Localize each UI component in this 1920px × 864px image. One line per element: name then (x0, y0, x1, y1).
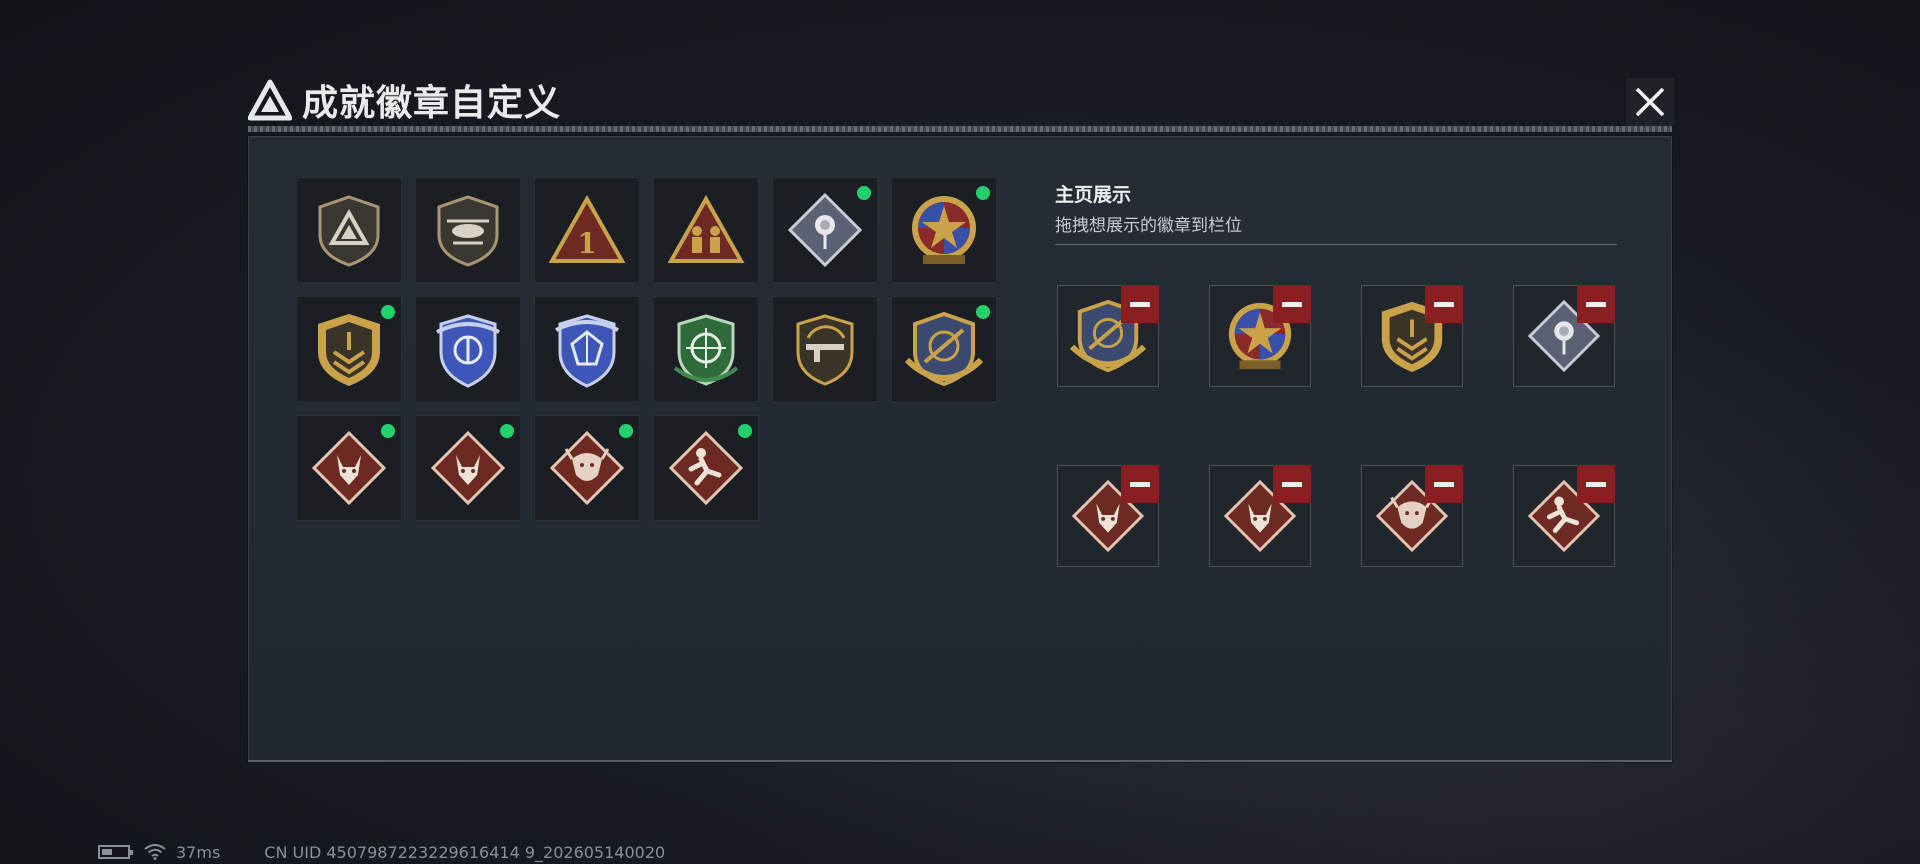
wifi-icon (144, 844, 166, 860)
remove-badge-button[interactable] (1273, 465, 1311, 503)
showcase-slot[interactable] (1361, 285, 1463, 387)
minus-icon (1282, 301, 1302, 307)
badge-cell[interactable] (772, 177, 878, 283)
minus-icon (1586, 301, 1606, 307)
equipped-indicator (378, 302, 398, 322)
minus-icon (1586, 481, 1606, 487)
remove-badge-button[interactable] (1577, 465, 1615, 503)
showcase-title: 主页展示 (1055, 184, 1132, 206)
badge-cell[interactable] (534, 415, 640, 521)
close-button[interactable] (1626, 78, 1674, 126)
minus-icon (1130, 481, 1150, 487)
ping-readout: 37ms (176, 842, 221, 862)
gold-chevron-shield-badge-icon (318, 314, 380, 386)
equipped-indicator (973, 183, 993, 203)
equipped-indicator (735, 421, 755, 441)
equipped-indicator (854, 183, 874, 203)
remove-badge-button[interactable] (1121, 285, 1159, 323)
showcase-slot[interactable] (1209, 465, 1311, 567)
badge-cell[interactable] (653, 296, 759, 402)
remove-badge-button[interactable] (1273, 285, 1311, 323)
badge-cell[interactable] (653, 415, 759, 521)
page-title: 成就徽章自定义 (302, 83, 562, 124)
showcase-subtitle: 拖拽想展示的徽章到栏位 (1055, 216, 1242, 236)
status-bar: 37ms CN UID 4507987223229616414 9_202605… (98, 842, 666, 862)
badge-cell[interactable] (296, 415, 402, 521)
remove-badge-button[interactable] (1577, 285, 1615, 323)
squad-triangle-badge-icon (667, 194, 745, 263)
equipped-indicator (378, 421, 398, 441)
badge-grid: 1 (296, 177, 997, 521)
blue-gem-shield-badge-icon (555, 314, 619, 388)
showcase-slot[interactable] (1057, 465, 1159, 567)
badge-cell[interactable] (653, 177, 759, 283)
minus-icon (1434, 481, 1454, 487)
badge-cell[interactable]: 1 (534, 177, 640, 283)
showcase-slots (1057, 285, 1615, 567)
number-one-triangle-badge-icon: 1 (548, 194, 626, 263)
green-crosshair-badge-icon (673, 314, 739, 386)
badge-cell[interactable] (415, 296, 521, 402)
remove-badge-button[interactable] (1425, 285, 1463, 323)
delta-logo-icon (248, 79, 292, 121)
equipped-indicator (616, 421, 636, 441)
panel-bottom-edge (248, 760, 1672, 762)
showcase-slot[interactable] (1057, 285, 1159, 387)
badge-cell[interactable] (891, 296, 997, 402)
wolf-diamond-badge-icon (311, 430, 387, 506)
delta-shield-badge-icon (318, 195, 380, 267)
badge-cell[interactable] (891, 177, 997, 283)
showcase-slot[interactable] (1513, 285, 1615, 387)
remove-badge-button[interactable] (1121, 465, 1159, 503)
svg-text:1: 1 (577, 227, 596, 260)
rifle-shield-badge-icon (796, 314, 854, 386)
blue-winged-shield-badge-icon (436, 314, 500, 388)
showcase-slot[interactable] (1361, 465, 1463, 567)
rose-diamond-badge-icon (787, 192, 863, 268)
gold-crosshair-wings-badge-icon (905, 311, 983, 387)
minus-icon (1434, 301, 1454, 307)
equipped-indicator (973, 302, 993, 322)
runner-diamond-badge-icon (668, 430, 744, 506)
star-emblem-badge-icon (912, 196, 976, 264)
badge-cell[interactable] (534, 296, 640, 402)
header-divider (248, 126, 1672, 132)
uid-readout: CN UID 4507987223229616414 9_20260514002… (264, 842, 666, 862)
equipped-indicator (497, 421, 517, 441)
badge-cell[interactable] (296, 296, 402, 402)
badge-cell[interactable] (415, 177, 521, 283)
showcase-slot[interactable] (1209, 285, 1311, 387)
badge-cell[interactable] (296, 177, 402, 283)
header: 成就徽章自定义 (248, 76, 561, 124)
remove-badge-button[interactable] (1425, 465, 1463, 503)
minus-icon (1282, 481, 1302, 487)
badge-cell[interactable] (772, 296, 878, 402)
showcase-divider (1055, 244, 1617, 245)
showcase-slot[interactable] (1513, 465, 1615, 567)
minus-icon (1130, 301, 1150, 307)
close-icon (1635, 87, 1665, 117)
badge-cell[interactable] (415, 415, 521, 521)
wolf-diamond-badge-icon (430, 430, 506, 506)
dragon-diamond-badge-icon (549, 430, 625, 506)
helicopter-shield-badge-icon (437, 195, 499, 267)
battery-icon (98, 845, 133, 859)
